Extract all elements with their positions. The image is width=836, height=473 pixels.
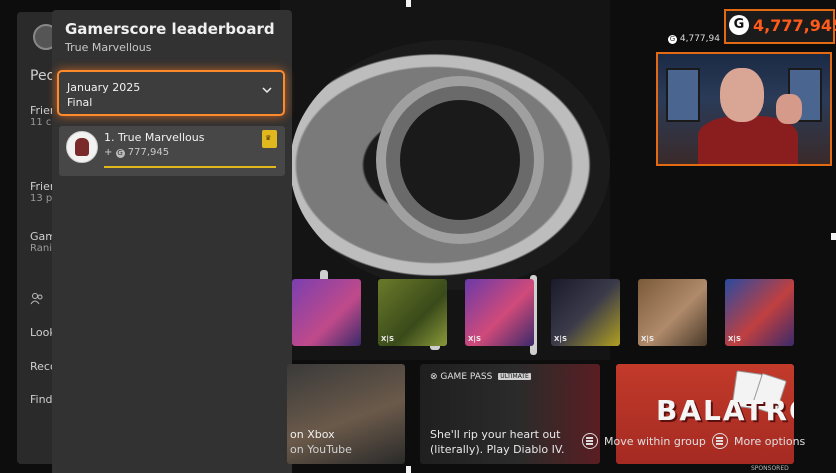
wrestle-line2: on YouTube [290,443,352,456]
eye-pupil [400,100,520,220]
gamepass-line2: (literally). Play Diablo IV. [430,443,565,456]
edge-marker [406,0,411,7]
hint-move-within-group: Move within group [582,433,706,449]
hint-more-options: More options [712,433,805,449]
window-image [666,68,700,122]
edge-marker [831,233,836,240]
tile-badge: X|S [554,335,567,343]
menu-button-icon [712,433,728,449]
tile-badge: X|S [468,335,481,343]
hint-move-label: Move within group [604,435,706,448]
edge-marker [406,466,411,473]
game-tile[interactable]: X|S [465,279,534,346]
game-tile[interactable]: X|S [378,279,447,346]
game-tile[interactable]: X|S [551,279,620,346]
view-button-icon [582,433,598,449]
streamer-head [720,68,764,122]
gamepass-badge: ULTIMATE [498,373,531,380]
crown-icon: ♛ [262,130,277,148]
gamerscore-small: G 4,777,94 [668,34,720,44]
people-icon [30,292,44,309]
featured-tile-gamepass[interactable]: ⊗ GAME PASS ULTIMATE She'll rip your hea… [420,364,600,464]
sponsored-label: SPONSORED [751,465,789,472]
tile-badge: X|S [728,335,741,343]
sidebar-item-find[interactable]: Find [30,393,53,406]
score-value: 777,945 [127,147,170,158]
featured-tile-wrestling[interactable]: on Xbox on YouTube [287,364,405,464]
streamer-fist [776,94,802,124]
hint-more-label: More options [734,435,806,448]
leaderboard-row[interactable]: 1. True Marvellous + G 777,945 ♛ [59,126,285,176]
balatro-title: BALATRO [656,394,794,427]
tile-badge: X|S [641,335,654,343]
gamepass-text: GAME PASS [440,372,493,382]
avatar [66,131,98,163]
score-progress-bar [104,166,276,168]
leaderboard-score: + G 777,945 [104,147,169,158]
gamerscore-overlay: G 4,777,945 [724,9,836,44]
xbox-icon: ⊗ [430,372,438,382]
score-prefix: + [104,147,113,158]
gamerscore-small-value: 4,777,94 [679,34,720,44]
gamerscore-big-value: 4,777,945 [753,16,836,35]
leaderboard-rank-name: 1. True Marvellous [104,131,205,144]
webcam-feed [656,52,832,166]
gamerscore-icon: G [115,149,125,158]
chevron-down-icon [262,87,272,94]
period-month: January 2025 [67,81,141,94]
gamepass-label: ⊗ GAME PASS ULTIMATE [430,372,531,382]
period-status: Final [67,96,93,109]
featured-tile-balatro[interactable]: BALATRO [616,364,794,464]
game-tile[interactable] [292,279,361,346]
leaderboard-panel: Gamerscore leaderboard True Marvellous J… [52,10,292,473]
gamerscore-icon: G [729,15,749,35]
period-dropdown[interactable]: January 2025 Final [57,70,285,116]
tile-badge: X|S [381,335,394,343]
wrestle-line1: on Xbox [290,428,335,441]
game-tile[interactable]: X|S [725,279,794,346]
gamepass-line1: She'll rip your heart out [430,428,561,441]
game-tile[interactable]: X|S [638,279,707,346]
gamerscore-icon: G [668,35,677,44]
panel-title: Gamerscore leaderboard [65,20,275,38]
panel-subtitle: True Marvellous [65,41,152,54]
